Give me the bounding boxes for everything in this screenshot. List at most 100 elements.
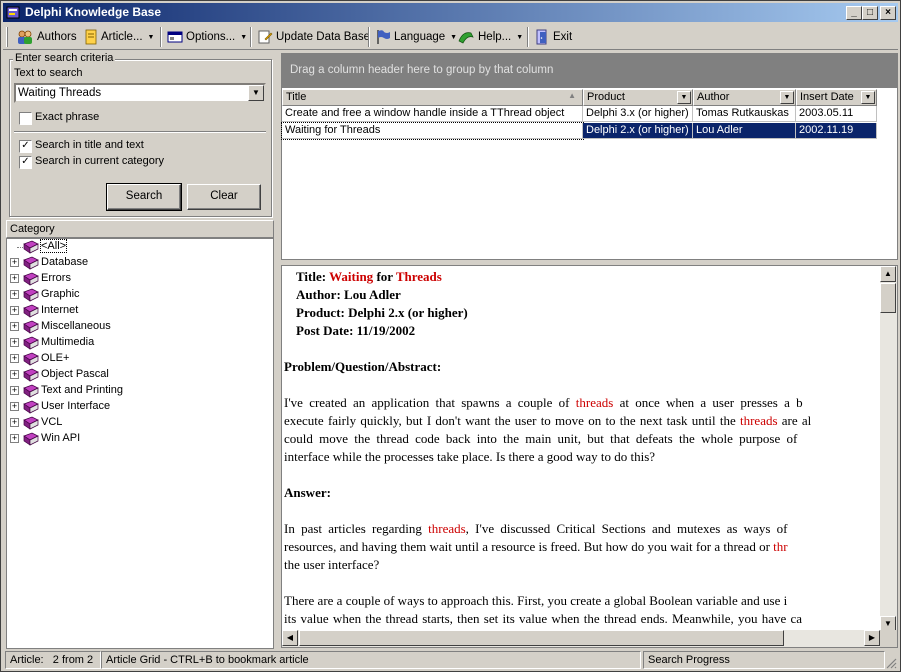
horizontal-scroll-thumb[interactable]	[299, 630, 784, 646]
tree-item-all[interactable]: <All>	[7, 239, 273, 255]
resize-grip-icon[interactable]	[885, 657, 897, 669]
cell-author[interactable]: Lou Adler	[693, 123, 796, 139]
article-text-line: In past articles regarding threads, I've…	[284, 520, 880, 538]
expand-icon[interactable]: +	[10, 290, 19, 299]
cell-title[interactable]: Waiting for Threads	[281, 122, 584, 140]
search-current-category-checkbox[interactable]: ✓	[19, 156, 32, 169]
help-menu-button[interactable]: Help... ▼	[454, 27, 526, 47]
scroll-right-button[interactable]: ▶	[864, 630, 880, 646]
vertical-scrollbar[interactable]: ▲ ▼	[880, 266, 897, 632]
highlight-word: threads	[428, 521, 466, 536]
cell-product[interactable]: Delphi 3.x (or higher)	[583, 106, 693, 122]
text-run: resources, and having them wait until a …	[284, 539, 774, 554]
article-title-line: Title: Waiting for Threads	[296, 268, 880, 286]
clear-button[interactable]: Clear	[187, 184, 261, 210]
chevron-down-icon[interactable]: ▼	[677, 91, 691, 104]
exit-button[interactable]: Exit	[531, 27, 575, 47]
column-header-product[interactable]: Product ▼	[583, 89, 693, 106]
category-header: Category	[6, 220, 274, 238]
cell-insert-date[interactable]: 2002.11.19	[796, 123, 877, 139]
search-progress: Search Progress	[643, 651, 885, 669]
authors-button[interactable]: Authors	[13, 27, 80, 47]
cell-title[interactable]: Create and free a window handle inside a…	[282, 106, 583, 122]
title-bar[interactable]: Delphi Knowledge Base _ □ ×	[3, 3, 898, 22]
options-label: Options...	[186, 31, 236, 43]
column-header-author[interactable]: Author ▼	[693, 89, 796, 106]
book-icon	[23, 240, 39, 254]
expand-icon[interactable]: +	[10, 354, 19, 363]
maximize-button[interactable]: □	[862, 6, 878, 20]
chevron-down-icon[interactable]: ▼	[861, 91, 875, 104]
expand-icon[interactable]: +	[10, 258, 19, 267]
search-title-and-text-checkbox[interactable]: ✓	[19, 140, 32, 153]
tree-item[interactable]: + User Interface	[7, 399, 273, 415]
tree-item[interactable]: + Multimedia	[7, 335, 273, 351]
tree-item[interactable]: + Internet	[7, 303, 273, 319]
exact-phrase-label[interactable]: Exact phrase	[35, 111, 99, 123]
expand-icon[interactable]: +	[10, 322, 19, 331]
tree-item-label: Internet	[41, 304, 79, 316]
chevron-down-icon[interactable]: ▼	[780, 91, 794, 104]
article-view[interactable]: Title: Waiting for Threads Author: Lou A…	[281, 265, 898, 648]
text-run: In past articles regarding	[284, 521, 429, 536]
search-text-combobox[interactable]: Waiting Threads ▼	[14, 83, 266, 103]
search-criteria-title: Enter search criteria	[13, 52, 116, 64]
expand-icon[interactable]: +	[10, 274, 19, 283]
column-header-insert-date[interactable]: Insert Date ▼	[796, 89, 877, 106]
update-database-button[interactable]: Update Data Base	[254, 27, 373, 47]
expand-icon[interactable]: +	[10, 370, 19, 379]
scroll-corner	[880, 630, 897, 647]
expand-icon[interactable]: +	[10, 402, 19, 411]
scroll-up-button[interactable]: ▲	[880, 266, 896, 282]
answer-heading: Answer:	[284, 485, 331, 500]
tree-item-label: Win API	[41, 432, 81, 444]
group-by-panel[interactable]: Drag a column header here to group by th…	[282, 54, 897, 88]
vertical-scroll-thumb[interactable]	[880, 283, 896, 313]
cell-product[interactable]: Delphi 2.x (or higher)	[583, 123, 693, 139]
tree-item[interactable]: + VCL	[7, 415, 273, 431]
book-icon	[23, 384, 39, 398]
cell-insert-date[interactable]: 2003.05.11	[796, 106, 877, 122]
tree-item-label: Database	[41, 256, 89, 268]
toolbar-separator	[160, 27, 162, 47]
search-current-category-label[interactable]: Search in current category	[35, 155, 164, 167]
article-grid[interactable]: Drag a column header here to group by th…	[281, 53, 898, 260]
expand-icon[interactable]: +	[10, 418, 19, 427]
language-menu-button[interactable]: Language ▼	[372, 27, 460, 47]
tree-item[interactable]: + Object Pascal	[7, 367, 273, 383]
expand-icon[interactable]: +	[10, 338, 19, 347]
book-icon	[23, 320, 39, 334]
article-text-line: resources, and having them wait until a …	[284, 538, 880, 556]
chevron-down-icon[interactable]: ▼	[248, 85, 264, 101]
article-count-value: 2 from 2	[52, 654, 94, 666]
tree-item[interactable]: + Text and Printing	[7, 383, 273, 399]
cell-author[interactable]: Tomas Rutkauskas	[693, 106, 796, 122]
horizontal-scrollbar[interactable]: ◀ ▶	[282, 630, 880, 647]
article-menu-button[interactable]: Article... ▼	[81, 27, 157, 47]
tree-item[interactable]: + Miscellaneous	[7, 319, 273, 335]
article-text-line: There are a couple of ways to approach t…	[284, 593, 788, 608]
book-icon	[23, 272, 39, 286]
exact-phrase-checkbox[interactable]	[19, 112, 32, 125]
expand-icon[interactable]: +	[10, 306, 19, 315]
expand-icon[interactable]: +	[10, 386, 19, 395]
tree-item[interactable]: + Database	[7, 255, 273, 271]
close-button[interactable]: ×	[880, 6, 896, 20]
minimize-button[interactable]: _	[846, 6, 862, 20]
search-text-value: Waiting Threads	[18, 87, 102, 99]
options-menu-button[interactable]: Options... ▼	[164, 27, 250, 47]
category-tree[interactable]: <All> + Database + Errors + Graphic + Internet + M…	[6, 238, 274, 649]
column-header-title[interactable]: Title ▲	[282, 89, 583, 106]
tree-item[interactable]: + Graphic	[7, 287, 273, 303]
tree-item[interactable]: + Errors	[7, 271, 273, 287]
tree-item[interactable]: + OLE+	[7, 351, 273, 367]
search-button[interactable]: Search	[106, 183, 182, 211]
article-text-line: execute fairly quickly, but I don't want…	[284, 412, 880, 430]
divider	[14, 131, 266, 133]
highlight-word: Threads	[395, 269, 442, 284]
search-title-and-text-label[interactable]: Search in title and text	[35, 139, 144, 151]
expand-icon[interactable]: +	[10, 434, 19, 443]
toolbar-separator	[250, 27, 252, 47]
scroll-left-button[interactable]: ◀	[282, 630, 298, 646]
tree-item[interactable]: + Win API	[7, 431, 273, 447]
